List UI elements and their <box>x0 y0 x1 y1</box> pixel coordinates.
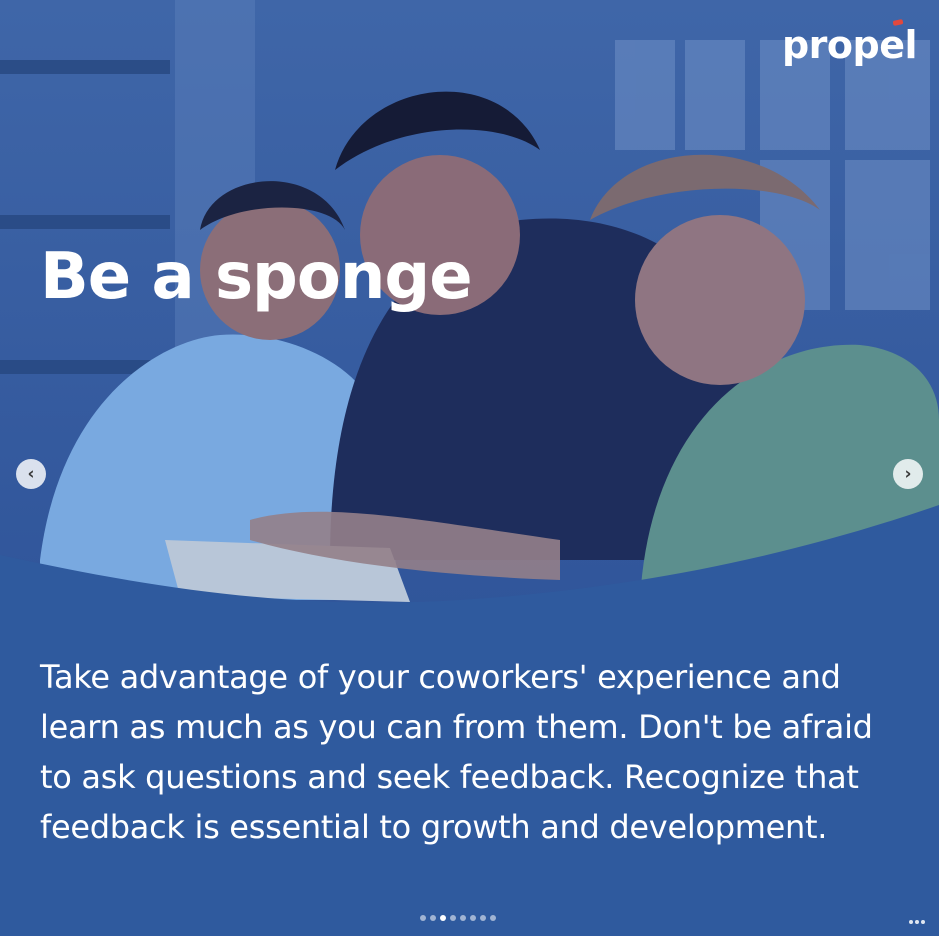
slide-dot[interactable] <box>480 915 486 921</box>
body-text: Take advantage of your coworkers' experi… <box>40 658 873 846</box>
more-options-button[interactable] <box>909 920 925 924</box>
slide-dot[interactable] <box>470 915 476 921</box>
slide-dot[interactable] <box>490 915 496 921</box>
slide-indicator <box>420 915 496 921</box>
more-dot-icon <box>921 920 925 924</box>
more-dot-icon <box>915 920 919 924</box>
propel-logo: propel <box>781 19 918 67</box>
slide-dot[interactable] <box>440 915 446 921</box>
headline: Be a sponge <box>40 240 473 314</box>
slide-dot[interactable] <box>460 915 466 921</box>
carousel-post: propel Be a sponge Take advantage of you… <box>0 0 939 936</box>
chevron-left-icon: ‹ <box>27 463 35 484</box>
chevron-right-icon: › <box>904 463 912 484</box>
slide-dot[interactable] <box>420 915 426 921</box>
slide-dot[interactable] <box>430 915 436 921</box>
brand-name: propel <box>781 23 918 67</box>
previous-slide-button[interactable]: ‹ <box>16 459 46 489</box>
more-dot-icon <box>909 920 913 924</box>
slide-dot[interactable] <box>450 915 456 921</box>
next-slide-button[interactable]: › <box>893 459 923 489</box>
